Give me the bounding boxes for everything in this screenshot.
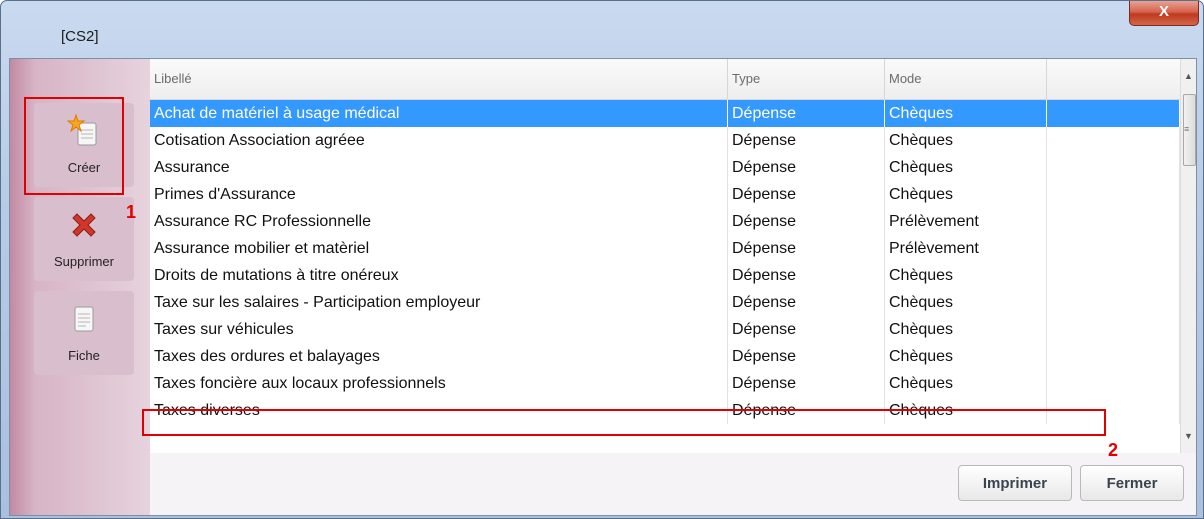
table-row[interactable]: Taxes des ordures et balayages Dépense Chè… bbox=[150, 343, 1180, 370]
table-row[interactable]: Assurance Dépense Chèques bbox=[150, 154, 1180, 181]
cell-mode: Chèques bbox=[885, 316, 1047, 343]
cell-type: Dépense bbox=[728, 316, 885, 343]
table-row[interactable]: Taxe sur les salaires - Participation em… bbox=[150, 289, 1180, 316]
cell-type: Dépense bbox=[728, 208, 885, 235]
grid-rows: Achat de matériel à usage médical Dépense… bbox=[150, 100, 1180, 424]
data-grid: Libellé Type Mode Achat de matériel à us… bbox=[150, 59, 1196, 453]
cell-type: Dépense bbox=[728, 127, 885, 154]
cell-type: Dépense bbox=[728, 289, 885, 316]
cell-mode: Chèques bbox=[885, 289, 1047, 316]
cell-type: Dépense bbox=[728, 181, 885, 208]
cell-type: Dépense bbox=[728, 235, 885, 262]
grid-header: Libellé Type Mode bbox=[150, 59, 1180, 100]
cell-empty bbox=[1047, 181, 1180, 208]
record-button[interactable]: Fiche bbox=[34, 291, 134, 375]
dialog-window: [CS2] X Créer Supprimer Fiche Libellé Ty… bbox=[0, 0, 1204, 519]
table-row[interactable]: Taxes foncière aux locaux professionnels… bbox=[150, 370, 1180, 397]
title-bar[interactable]: [CS2] X bbox=[1, 1, 1203, 57]
annotation-marker-2: 2 bbox=[1108, 440, 1119, 460]
column-header-mode[interactable]: Mode bbox=[885, 59, 1047, 99]
table-row[interactable]: Assurance RC Professionnelle Dépense Prélè… bbox=[150, 208, 1180, 235]
table-row[interactable]: Primes d'Assurance Dépense Chèques bbox=[150, 181, 1180, 208]
vertical-scrollbar[interactable]: ▲ ≡ ▼ bbox=[1180, 59, 1196, 453]
cell-type: Dépense bbox=[728, 343, 885, 370]
cell-mode: Chèques bbox=[885, 154, 1047, 181]
table-row[interactable]: Cotisation Association agréee Dépense Chèq… bbox=[150, 127, 1180, 154]
cell-libelle: Assurance mobilier et matèriel bbox=[150, 235, 728, 262]
scroll-up-icon[interactable]: ▲ bbox=[1184, 71, 1193, 81]
cell-empty bbox=[1047, 127, 1180, 154]
cell-empty bbox=[1047, 316, 1180, 343]
cell-empty bbox=[1047, 262, 1180, 289]
dialog-body: Créer Supprimer Fiche Libellé Type Mode … bbox=[9, 58, 1197, 516]
column-header-libelle[interactable]: Libellé bbox=[150, 59, 728, 99]
cell-empty bbox=[1047, 289, 1180, 316]
cell-libelle: Assurance bbox=[150, 154, 728, 181]
cell-mode: Chèques bbox=[885, 127, 1047, 154]
cell-libelle: Assurance RC Professionnelle bbox=[150, 208, 728, 235]
cell-libelle: Taxes sur véhicules bbox=[150, 316, 728, 343]
cell-mode: Prélèvement bbox=[885, 208, 1047, 235]
cell-libelle: Cotisation Association agréee bbox=[150, 127, 728, 154]
cell-empty bbox=[1047, 100, 1180, 127]
record-label: Fiche bbox=[68, 348, 100, 363]
cell-mode: Chèques bbox=[885, 181, 1047, 208]
cell-empty bbox=[1047, 208, 1180, 235]
cell-libelle: Taxes des ordures et balayages bbox=[150, 343, 728, 370]
print-button[interactable]: Imprimer bbox=[958, 465, 1072, 501]
highlight-create bbox=[24, 97, 124, 195]
annotation-marker-1: 1 bbox=[126, 202, 137, 222]
cell-mode: Chèques bbox=[885, 370, 1047, 397]
delete-x-icon bbox=[72, 213, 96, 237]
scroll-down-icon[interactable]: ▼ bbox=[1184, 431, 1193, 441]
dialog-footer: Imprimer Fermer bbox=[150, 453, 1196, 515]
cell-libelle: Achat de matériel à usage médical bbox=[150, 100, 728, 127]
delete-label: Supprimer bbox=[54, 254, 114, 269]
delete-button[interactable]: Supprimer bbox=[34, 197, 134, 281]
table-row[interactable]: Achat de matériel à usage médical Dépense… bbox=[150, 100, 1180, 127]
cell-libelle: Taxes foncière aux locaux professionnels bbox=[150, 370, 728, 397]
cell-libelle: Droits de mutations à titre onéreux bbox=[150, 262, 728, 289]
table-row[interactable]: Assurance mobilier et matèriel Dépense Pré… bbox=[150, 235, 1180, 262]
cell-mode: Chèques bbox=[885, 343, 1047, 370]
table-row[interactable]: Droits de mutations à titre onéreux Dépen… bbox=[150, 262, 1180, 289]
cell-libelle: Taxe sur les salaires - Participation em… bbox=[150, 289, 728, 316]
table-row[interactable]: Taxes sur véhicules Dépense Chèques bbox=[150, 316, 1180, 343]
cell-type: Dépense bbox=[728, 100, 885, 127]
close-window-button[interactable]: X bbox=[1129, 1, 1199, 26]
cell-empty bbox=[1047, 343, 1180, 370]
cell-empty bbox=[1047, 154, 1180, 181]
cell-mode: Chèques bbox=[885, 262, 1047, 289]
cell-libelle: Primes d'Assurance bbox=[150, 181, 728, 208]
cell-type: Dépense bbox=[728, 154, 885, 181]
cell-empty bbox=[1047, 235, 1180, 262]
cell-type: Dépense bbox=[728, 370, 885, 397]
column-header-type[interactable]: Type bbox=[728, 59, 885, 99]
close-button[interactable]: Fermer bbox=[1080, 465, 1184, 501]
cell-type: Dépense bbox=[728, 262, 885, 289]
cell-mode: Prélèvement bbox=[885, 235, 1047, 262]
document-icon bbox=[74, 306, 94, 332]
cell-empty bbox=[1047, 370, 1180, 397]
highlight-row bbox=[142, 409, 1106, 436]
scroll-grip-icon: ≡ bbox=[1184, 124, 1190, 134]
cell-mode: Chèques bbox=[885, 100, 1047, 127]
window-title: [CS2] bbox=[61, 28, 99, 45]
